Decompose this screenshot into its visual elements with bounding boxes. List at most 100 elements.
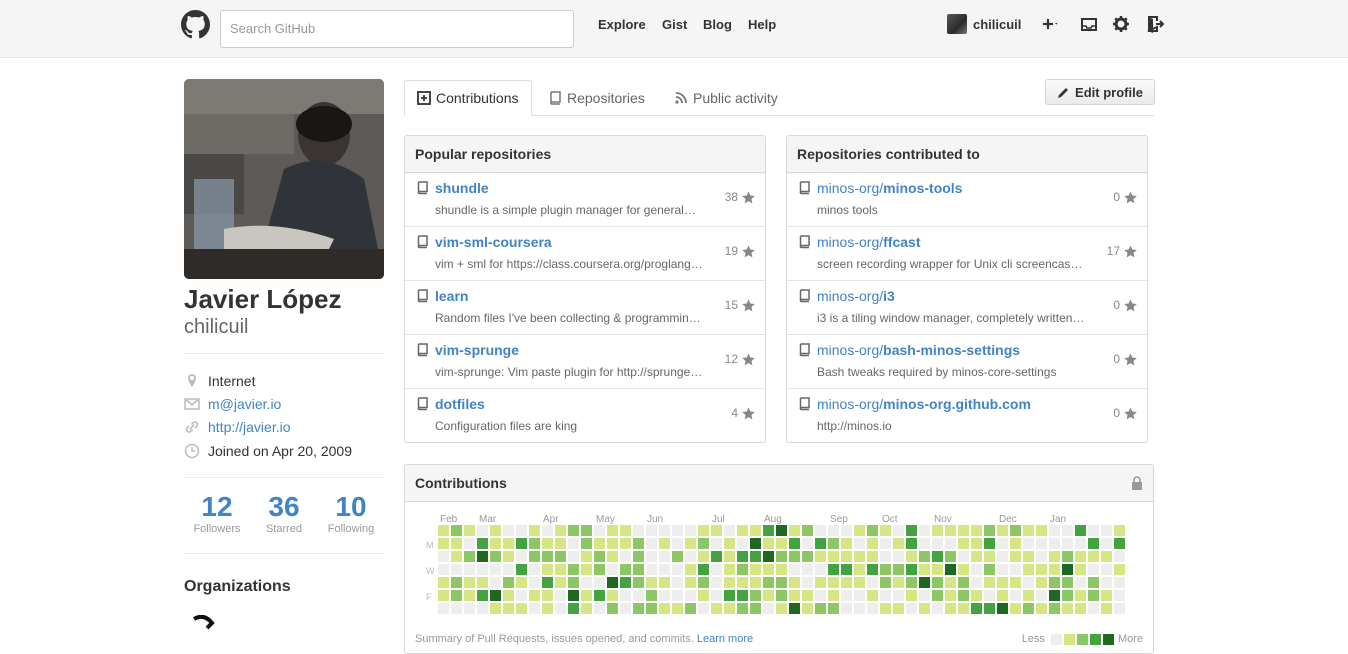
contribution-day[interactable] <box>1088 590 1099 601</box>
contribution-day[interactable] <box>555 603 566 614</box>
contribution-day[interactable] <box>503 564 514 575</box>
contribution-day[interactable] <box>672 525 683 536</box>
contribution-day[interactable] <box>724 577 735 588</box>
contribution-day[interactable] <box>1049 538 1060 549</box>
contribution-day[interactable] <box>997 577 1008 588</box>
contribution-day[interactable] <box>971 538 982 549</box>
contribution-day[interactable] <box>1062 603 1073 614</box>
contribution-day[interactable] <box>542 538 553 549</box>
contribution-day[interactable] <box>516 603 527 614</box>
contribution-day[interactable] <box>490 577 501 588</box>
contribution-day[interactable] <box>451 538 462 549</box>
contribution-day[interactable] <box>503 577 514 588</box>
tab-contributions[interactable]: Contributions <box>404 80 532 116</box>
contribution-day[interactable] <box>776 577 787 588</box>
contribution-day[interactable] <box>932 564 943 575</box>
contribution-day[interactable] <box>932 590 943 601</box>
contribution-day[interactable] <box>893 564 904 575</box>
contribution-day[interactable] <box>880 590 891 601</box>
contribution-day[interactable] <box>685 551 696 562</box>
contribution-day[interactable] <box>490 590 501 601</box>
contribution-day[interactable] <box>516 525 527 536</box>
contribution-day[interactable] <box>594 590 605 601</box>
contribution-day[interactable] <box>568 590 579 601</box>
edit-profile-button[interactable]: Edit profile <box>1045 79 1155 105</box>
contribution-day[interactable] <box>633 564 644 575</box>
contribution-day[interactable] <box>1049 577 1060 588</box>
gear-icon[interactable] <box>1111 14 1131 34</box>
contribution-day[interactable] <box>1101 551 1112 562</box>
contribution-day[interactable] <box>750 564 761 575</box>
contribution-day[interactable] <box>490 551 501 562</box>
contribution-day[interactable] <box>828 564 839 575</box>
repo-stars[interactable]: 15 <box>725 298 755 312</box>
contribution-day[interactable] <box>828 603 839 614</box>
contribution-day[interactable] <box>867 603 878 614</box>
contribution-day[interactable] <box>828 525 839 536</box>
contribution-day[interactable] <box>1062 551 1073 562</box>
tab-repositories[interactable]: Repositories <box>536 80 657 116</box>
contribution-day[interactable] <box>841 551 852 562</box>
contribution-day[interactable] <box>737 603 748 614</box>
repo-link[interactable]: minos-org/bash-minos-settings <box>817 342 1020 358</box>
contribution-day[interactable] <box>503 603 514 614</box>
nav-help[interactable]: Help <box>748 17 776 32</box>
contribution-day[interactable] <box>581 603 592 614</box>
repo-stars[interactable]: 0 <box>1113 406 1137 420</box>
contribution-day[interactable] <box>581 525 592 536</box>
repo-link[interactable]: minos-org/ffcast <box>817 234 921 250</box>
contribution-day[interactable] <box>984 551 995 562</box>
contribution-day[interactable] <box>581 590 592 601</box>
contribution-day[interactable] <box>685 538 696 549</box>
contribution-day[interactable] <box>815 564 826 575</box>
contribution-day[interactable] <box>685 603 696 614</box>
contribution-day[interactable] <box>815 590 826 601</box>
contribution-day[interactable] <box>932 577 943 588</box>
contribution-day[interactable] <box>984 525 995 536</box>
contribution-day[interactable] <box>867 564 878 575</box>
contribution-day[interactable] <box>711 525 722 536</box>
contribution-day[interactable] <box>438 538 449 549</box>
contribution-day[interactable] <box>594 551 605 562</box>
contribution-day[interactable] <box>464 525 475 536</box>
contribution-day[interactable] <box>1075 603 1086 614</box>
contribution-day[interactable] <box>1010 577 1021 588</box>
contribution-day[interactable] <box>529 564 540 575</box>
contribution-day[interactable] <box>542 577 553 588</box>
contribution-day[interactable] <box>581 564 592 575</box>
contribution-day[interactable] <box>607 564 618 575</box>
contribution-day[interactable] <box>529 577 540 588</box>
contribution-day[interactable] <box>1036 564 1047 575</box>
contribution-day[interactable] <box>919 538 930 549</box>
contribution-day[interactable] <box>867 538 878 549</box>
contribution-day[interactable] <box>1036 577 1047 588</box>
contribution-day[interactable] <box>880 603 891 614</box>
contribution-day[interactable] <box>672 590 683 601</box>
contribution-day[interactable] <box>1023 590 1034 601</box>
contribution-day[interactable] <box>1101 603 1112 614</box>
sign-out-icon[interactable] <box>1145 14 1165 34</box>
contribution-day[interactable] <box>646 551 657 562</box>
contribution-day[interactable] <box>906 538 917 549</box>
contribution-day[interactable] <box>789 603 800 614</box>
contribution-day[interactable] <box>1023 525 1034 536</box>
contribution-day[interactable] <box>698 551 709 562</box>
contribution-day[interactable] <box>698 603 709 614</box>
contribution-day[interactable] <box>711 564 722 575</box>
contribution-day[interactable] <box>984 577 995 588</box>
contribution-day[interactable] <box>451 590 462 601</box>
contribution-day[interactable] <box>867 577 878 588</box>
contribution-day[interactable] <box>581 538 592 549</box>
contribution-day[interactable] <box>464 564 475 575</box>
contribution-day[interactable] <box>997 564 1008 575</box>
contribution-day[interactable] <box>880 538 891 549</box>
contribution-day[interactable] <box>698 525 709 536</box>
contribution-day[interactable] <box>1062 590 1073 601</box>
contribution-day[interactable] <box>867 525 878 536</box>
repo-link[interactable]: minos-org/minos-org.github.com <box>817 396 1031 412</box>
contribution-day[interactable] <box>555 564 566 575</box>
starred-stat[interactable]: 36 Starred <box>251 491 317 535</box>
contribution-day[interactable] <box>880 577 891 588</box>
contribution-day[interactable] <box>906 603 917 614</box>
contribution-day[interactable] <box>1036 525 1047 536</box>
